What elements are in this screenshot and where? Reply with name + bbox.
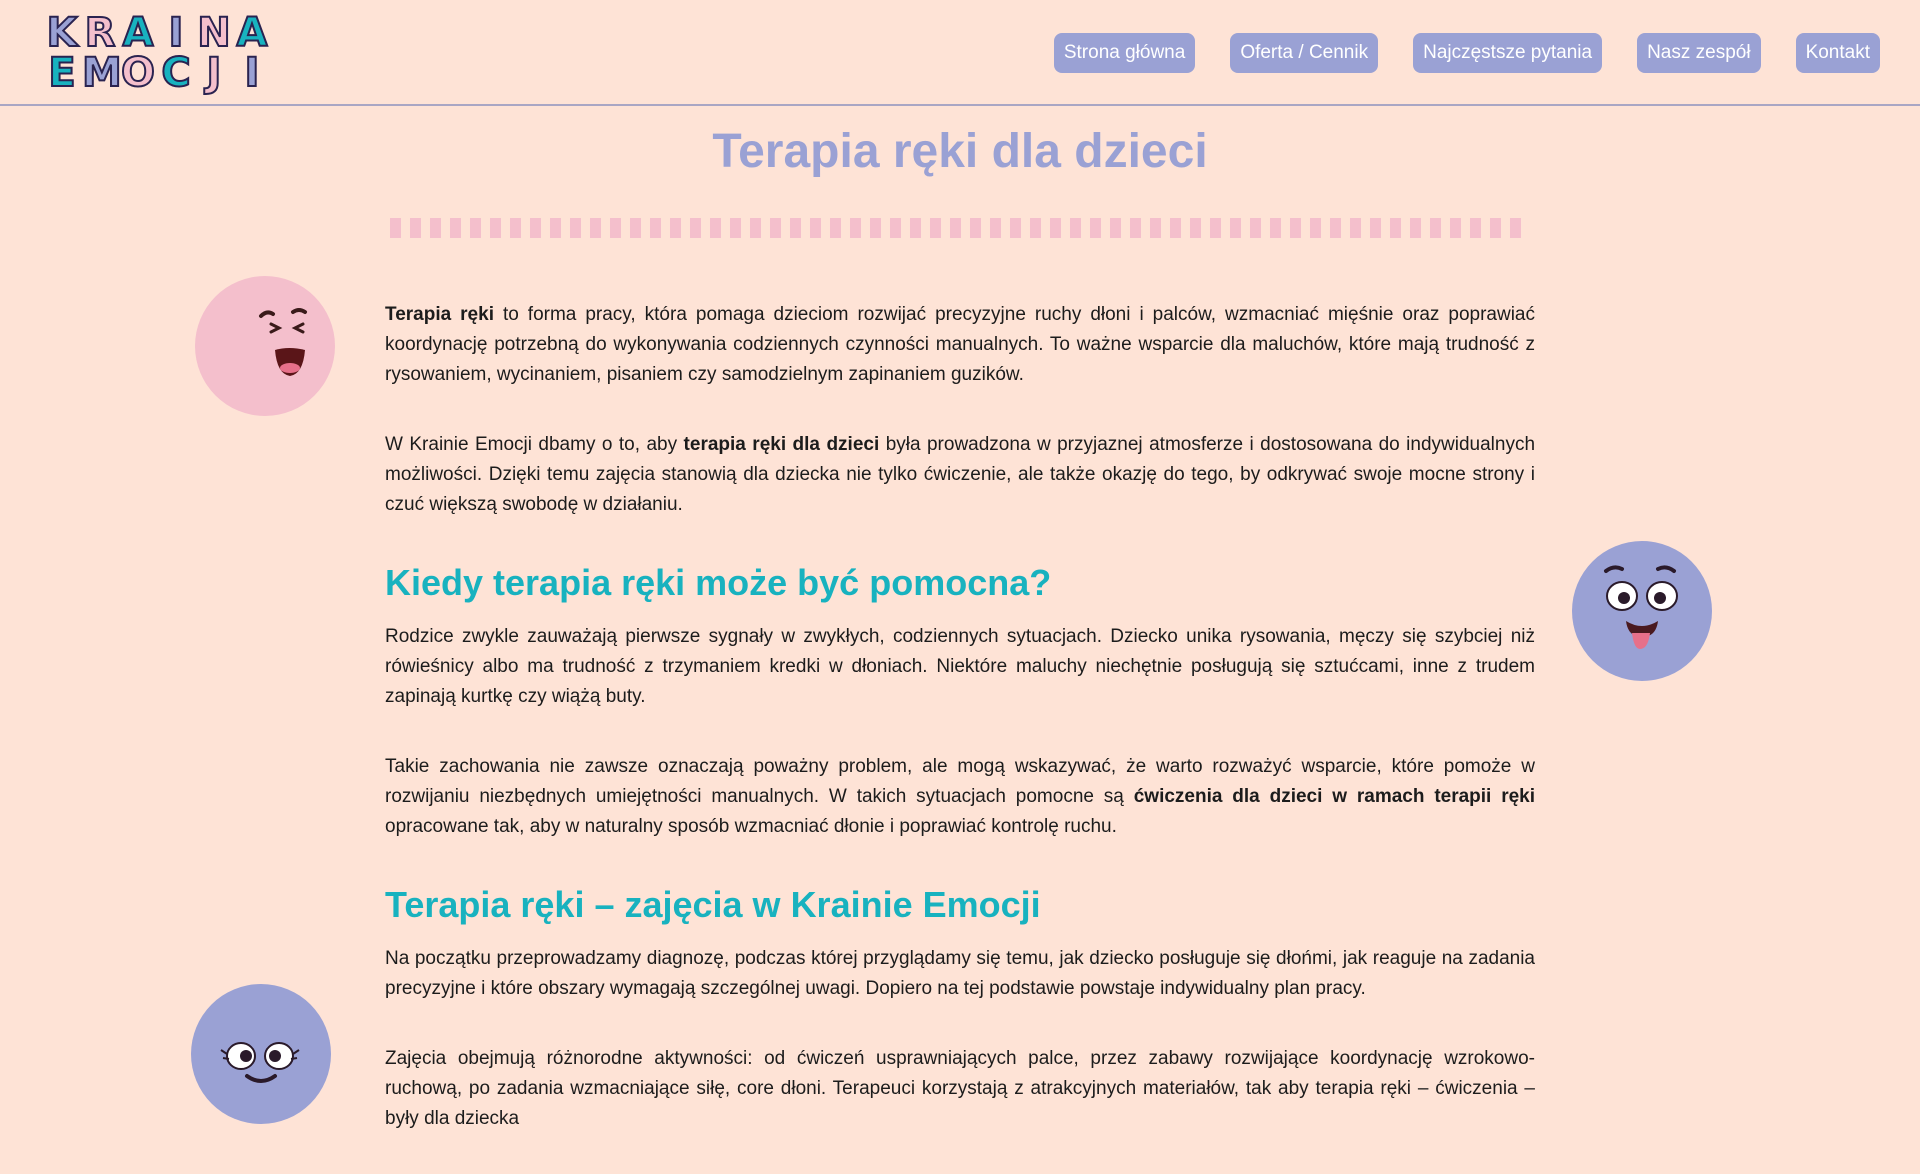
section-heading-when: Kiedy terapia ręki może być pomocna?: [385, 562, 1052, 603]
paragraph: Zajęcia obejmują różnorodne aktywności: …: [385, 1048, 1535, 1129]
main-nav: Strona główna Oferta / Cennik Najczęstsz…: [1053, 33, 1880, 73]
paragraph-text: W Krainie Emocji dbamy o to, aby: [385, 434, 684, 455]
paragraph-text: opracowane tak, aby w naturalny sposób w…: [385, 816, 1117, 837]
logo-letter: A: [122, 10, 155, 56]
logo-letter: O: [120, 50, 156, 96]
logo-letter: C: [160, 50, 191, 96]
bold-term: terapia ręki dla dzieci: [683, 434, 880, 455]
nav-home-button[interactable]: Strona główna: [1053, 33, 1196, 73]
laughing-face-icon: [195, 276, 335, 416]
logo-letter: I: [244, 50, 261, 96]
bold-term: ćwiczenia dla dzieci w ramach terapii rę…: [1133, 786, 1535, 807]
smiling-face-icon: [191, 984, 331, 1124]
logo-row-bottom: E M O C J I: [44, 50, 270, 96]
logo-row-top: K R A I N A: [44, 10, 270, 56]
page-title: Terapia ręki dla dzieci: [712, 125, 1208, 178]
section-heading-classes: Terapia ręki – zajęcia w Krainie Emocji: [385, 884, 1041, 925]
paragraph: Takie zachowania nie zawsze oznaczają po…: [385, 752, 1535, 842]
nav-offer-button[interactable]: Oferta / Cennik: [1230, 33, 1379, 73]
nav-contact-button[interactable]: Kontakt: [1795, 33, 1880, 73]
paragraph-text: to forma pracy, która pomaga dzieciom ro…: [385, 304, 1535, 385]
logo-letter: M: [81, 50, 123, 96]
paragraph: W Krainie Emocji dbamy o to, aby terapia…: [385, 430, 1535, 520]
nav-team-button[interactable]: Nasz zespół: [1637, 33, 1761, 73]
logo-letter: I: [168, 10, 185, 56]
site-header: K R A I N A E M O C J I Strona główna Of…: [0, 0, 1920, 106]
paragraph: Na początku przeprowadzamy diagnozę, pod…: [385, 948, 1535, 999]
paragraph: Rodzice zwykle zauważają pierwsze sygnał…: [385, 626, 1535, 707]
logo-letter: E: [47, 50, 76, 96]
nav-faq-button[interactable]: Najczęstsze pytania: [1413, 33, 1603, 73]
bold-term: Terapia ręki: [385, 304, 494, 325]
decorative-divider: [390, 218, 1530, 238]
logo-letter: N: [196, 10, 231, 56]
logo-letter: J: [206, 50, 223, 96]
logo-letter: R: [84, 10, 117, 56]
article-content: Terapia ręki to forma pracy, która pomag…: [385, 300, 1535, 1174]
kraina-emocji-logo[interactable]: K R A I N A E M O C J I: [44, 12, 269, 94]
tongue-out-face-icon: [1572, 541, 1712, 681]
logo-letter: K: [46, 10, 79, 56]
logo-letter: A: [236, 10, 269, 56]
intro-paragraph: Terapia ręki to forma pracy, która pomag…: [385, 300, 1535, 390]
